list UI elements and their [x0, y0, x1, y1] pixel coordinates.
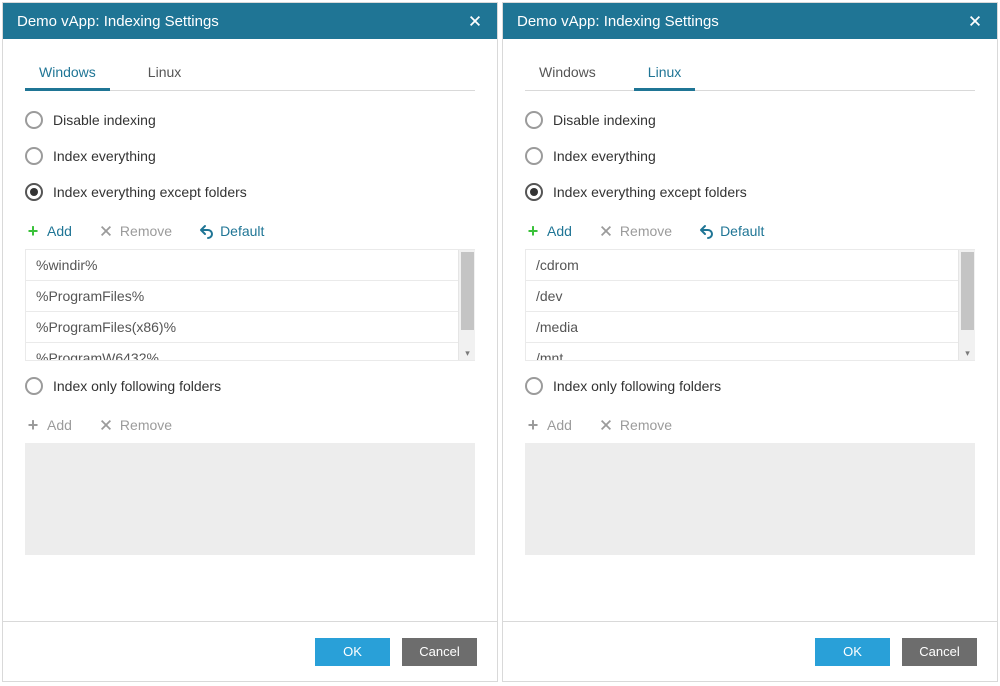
option-only[interactable]: Index only following folders — [525, 377, 975, 395]
remove-button: Remove — [98, 417, 172, 433]
radio-icon — [525, 147, 543, 165]
plus-icon: + — [25, 223, 41, 239]
option-except[interactable]: Index everything except folders — [525, 183, 975, 201]
scroll-down-icon[interactable]: ▾ — [959, 346, 976, 360]
os-tabs: Windows Linux — [525, 57, 975, 91]
button-label: Add — [547, 417, 572, 433]
dialog-title: Demo vApp: Indexing Settings — [517, 13, 967, 30]
only-toolbar: + Add Remove — [25, 417, 475, 433]
button-label: Add — [547, 223, 572, 239]
x-icon — [98, 223, 114, 239]
radio-icon — [525, 377, 543, 395]
button-label: Default — [720, 223, 764, 239]
option-label: Disable indexing — [553, 112, 656, 128]
dialog-title: Demo vApp: Indexing Settings — [17, 13, 467, 30]
tab-windows[interactable]: Windows — [25, 58, 110, 91]
list-item[interactable]: /dev — [526, 281, 958, 312]
scrollbar-thumb[interactable] — [461, 252, 474, 330]
list-item[interactable]: %ProgramFiles% — [26, 281, 458, 312]
x-icon — [98, 417, 114, 433]
add-button: + Add — [525, 417, 572, 433]
dialog-footer: OK Cancel — [3, 621, 497, 681]
only-folders-list — [25, 443, 475, 555]
radio-icon — [25, 147, 43, 165]
radio-icon — [25, 183, 43, 201]
titlebar: Demo vApp: Indexing Settings — [503, 3, 997, 39]
plus-icon: + — [25, 417, 41, 433]
titlebar: Demo vApp: Indexing Settings — [3, 3, 497, 39]
option-only[interactable]: Index only following folders — [25, 377, 475, 395]
close-icon[interactable] — [467, 13, 483, 29]
x-icon — [598, 223, 614, 239]
scrollbar[interactable]: ▾ — [958, 250, 975, 360]
radio-icon — [25, 377, 43, 395]
option-label: Index everything — [553, 148, 656, 164]
option-label: Disable indexing — [53, 112, 156, 128]
remove-button[interactable]: Remove — [98, 223, 172, 239]
default-button[interactable]: Default — [198, 223, 264, 239]
plus-icon: + — [525, 223, 541, 239]
button-label: Remove — [120, 223, 172, 239]
button-label: Remove — [620, 417, 672, 433]
indexing-settings-dialog: Demo vApp: Indexing Settings Windows Lin… — [502, 2, 998, 682]
option-except[interactable]: Index everything except folders — [25, 183, 475, 201]
default-button[interactable]: Default — [698, 223, 764, 239]
button-label: Remove — [620, 223, 672, 239]
remove-button: Remove — [598, 417, 672, 433]
button-label: Remove — [120, 417, 172, 433]
list-item[interactable]: /mnt — [526, 343, 958, 360]
option-everything[interactable]: Index everything — [25, 147, 475, 165]
scroll-down-icon[interactable]: ▾ — [459, 346, 476, 360]
option-disable[interactable]: Disable indexing — [525, 111, 975, 129]
list-item[interactable]: /cdrom — [526, 250, 958, 281]
tab-windows[interactable]: Windows — [525, 58, 610, 91]
tab-linux[interactable]: Linux — [134, 58, 195, 91]
list-item[interactable]: %ProgramFiles(x86)% — [26, 312, 458, 343]
undo-icon — [698, 223, 714, 239]
radio-icon — [25, 111, 43, 129]
add-button[interactable]: + Add — [525, 223, 572, 239]
button-label: Add — [47, 417, 72, 433]
tab-linux[interactable]: Linux — [634, 58, 695, 91]
except-folders-list: /cdrom/dev/media/mnt ▾ — [525, 249, 975, 361]
option-label: Index everything except folders — [553, 184, 747, 200]
list-item[interactable]: %windir% — [26, 250, 458, 281]
except-toolbar: + Add Remove Default — [25, 223, 475, 239]
button-label: Add — [47, 223, 72, 239]
except-toolbar: + Add Remove Default — [525, 223, 975, 239]
plus-icon: + — [525, 417, 541, 433]
list-item[interactable]: %ProgramW6432% — [26, 343, 458, 360]
option-label: Index only following folders — [553, 378, 721, 394]
add-button[interactable]: + Add — [25, 223, 72, 239]
remove-button[interactable]: Remove — [598, 223, 672, 239]
dialog-footer: OK Cancel — [503, 621, 997, 681]
ok-button[interactable]: OK — [315, 638, 390, 666]
option-label: Index everything — [53, 148, 156, 164]
os-tabs: Windows Linux — [25, 57, 475, 91]
option-disable[interactable]: Disable indexing — [25, 111, 475, 129]
scrollbar[interactable]: ▾ — [458, 250, 475, 360]
option-label: Index everything except folders — [53, 184, 247, 200]
option-everything[interactable]: Index everything — [525, 147, 975, 165]
radio-icon — [525, 183, 543, 201]
indexing-settings-dialog: Demo vApp: Indexing Settings Windows Lin… — [2, 2, 498, 682]
button-label: Default — [220, 223, 264, 239]
list-item[interactable]: /media — [526, 312, 958, 343]
cancel-button[interactable]: Cancel — [402, 638, 477, 666]
only-toolbar: + Add Remove — [525, 417, 975, 433]
ok-button[interactable]: OK — [815, 638, 890, 666]
undo-icon — [198, 223, 214, 239]
option-label: Index only following folders — [53, 378, 221, 394]
scrollbar-thumb[interactable] — [961, 252, 974, 330]
except-folders-list: %windir%%ProgramFiles%%ProgramFiles(x86)… — [25, 249, 475, 361]
x-icon — [598, 417, 614, 433]
only-folders-list — [525, 443, 975, 555]
radio-icon — [525, 111, 543, 129]
add-button: + Add — [25, 417, 72, 433]
cancel-button[interactable]: Cancel — [902, 638, 977, 666]
close-icon[interactable] — [967, 13, 983, 29]
